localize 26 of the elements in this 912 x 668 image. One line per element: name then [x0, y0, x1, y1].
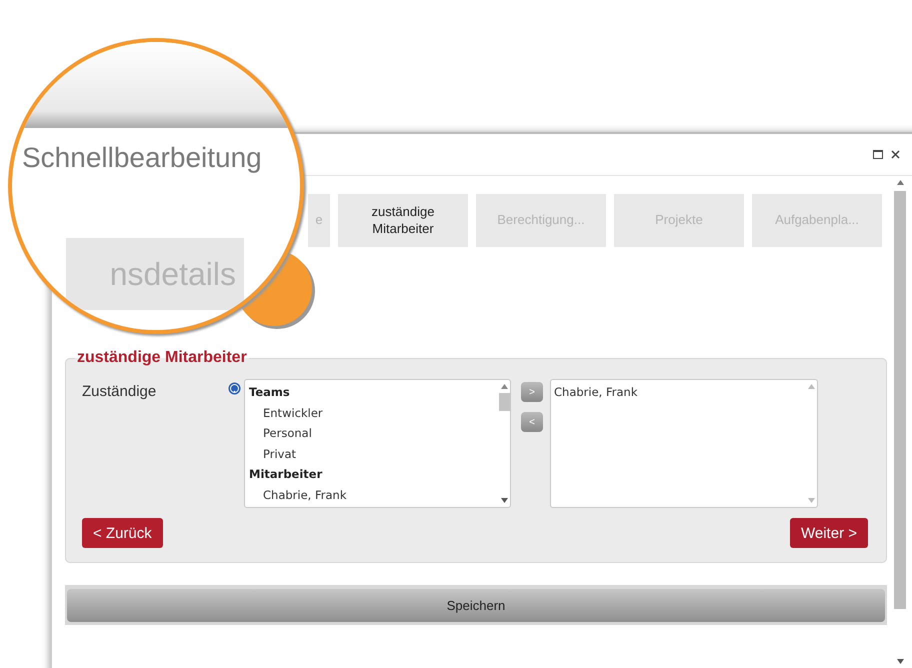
list-item[interactable]: Entwickler — [245, 404, 498, 425]
assigned-list[interactable]: Chabrie, Frank — [550, 379, 818, 508]
section-title: zuständige Mitarbeiter — [76, 349, 248, 367]
list-item[interactable]: Chabrie, Frank — [551, 384, 805, 404]
available-list[interactable]: Teams Entwickler Personal Privat Mitarbeiter Chabrie, Frank — [244, 379, 511, 508]
tab[interactable]: zuständige Mitarbeiter — [338, 194, 468, 247]
group-header: Teams — [248, 384, 291, 401]
save-button[interactable]: Speichern — [67, 589, 885, 622]
window-title: Schnellbearbeitung — [22, 142, 262, 174]
maximize-icon[interactable] — [873, 150, 883, 159]
group-header: Mitarbeiter — [248, 466, 324, 483]
scroll-up-icon[interactable] — [896, 180, 904, 185]
scroll-up-icon[interactable] — [808, 384, 814, 389]
list-item[interactable]: Personal — [245, 425, 498, 446]
scroll-down-icon[interactable] — [500, 498, 508, 503]
field-label: Zuständige — [82, 383, 158, 400]
scrollbar-thumb[interactable] — [498, 393, 510, 411]
list-item[interactable]: Privat — [245, 446, 498, 466]
help-icon[interactable] — [228, 382, 241, 395]
back-button[interactable]: < Zurück — [82, 518, 163, 548]
scrollbar-thumb[interactable] — [894, 191, 906, 609]
next-button[interactable]: Weiter > — [790, 518, 868, 548]
close-icon[interactable] — [891, 150, 900, 159]
list-item[interactable]: Chabrie, Frank — [245, 486, 498, 507]
scroll-up-icon[interactable] — [500, 384, 508, 389]
scroll-down-icon[interactable] — [896, 659, 904, 664]
